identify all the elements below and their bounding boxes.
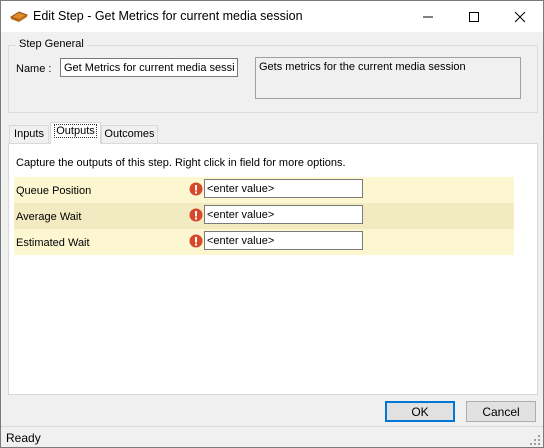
window-title: Edit Step - Get Metrics for current medi… [33, 9, 303, 23]
row-label: Average Wait [16, 211, 82, 223]
output-row-queue-position: Queue Position [14, 177, 514, 203]
status-text: Ready [6, 431, 41, 445]
error-icon [189, 182, 203, 196]
outputs-grid: Queue Position Average Wait Estimated Wa… [14, 177, 514, 255]
row-label: Queue Position [16, 185, 92, 197]
description-box: Gets metrics for the current media sessi… [255, 57, 521, 99]
maximize-button[interactable] [451, 1, 497, 32]
close-button[interactable] [497, 1, 543, 32]
cancel-button[interactable]: Cancel [466, 401, 536, 422]
minimize-button[interactable] [405, 1, 451, 32]
tab-outcomes-label: Outcomes [104, 128, 155, 140]
estimated-wait-input[interactable] [204, 231, 363, 250]
tab-inputs[interactable]: Inputs [9, 125, 49, 143]
tab-outcomes[interactable]: Outcomes [101, 125, 158, 143]
output-row-estimated-wait: Estimated Wait [14, 229, 514, 255]
tab-inputs-label: Inputs [14, 128, 44, 140]
title-bar[interactable]: Edit Step - Get Metrics for current medi… [1, 1, 543, 32]
error-icon [189, 234, 203, 248]
edit-step-dialog: Edit Step - Get Metrics for current medi… [0, 0, 544, 448]
row-label: Estimated Wait [16, 237, 90, 249]
average-wait-input[interactable] [204, 205, 363, 224]
output-row-average-wait: Average Wait [14, 203, 514, 229]
status-bar: Ready [1, 426, 543, 447]
step-icon [9, 9, 29, 23]
ok-button[interactable]: OK [385, 401, 455, 422]
name-label: Name : [16, 63, 52, 75]
name-input[interactable] [60, 58, 238, 77]
queue-position-input[interactable] [204, 179, 363, 198]
step-general-legend: Step General [16, 38, 87, 50]
outputs-instructions: Capture the outputs of this step. Right … [16, 157, 346, 169]
resize-grip-icon[interactable] [529, 434, 541, 446]
tab-outputs[interactable]: Outputs [50, 122, 101, 144]
tab-outputs-label: Outputs [54, 124, 97, 138]
error-icon [189, 208, 203, 222]
